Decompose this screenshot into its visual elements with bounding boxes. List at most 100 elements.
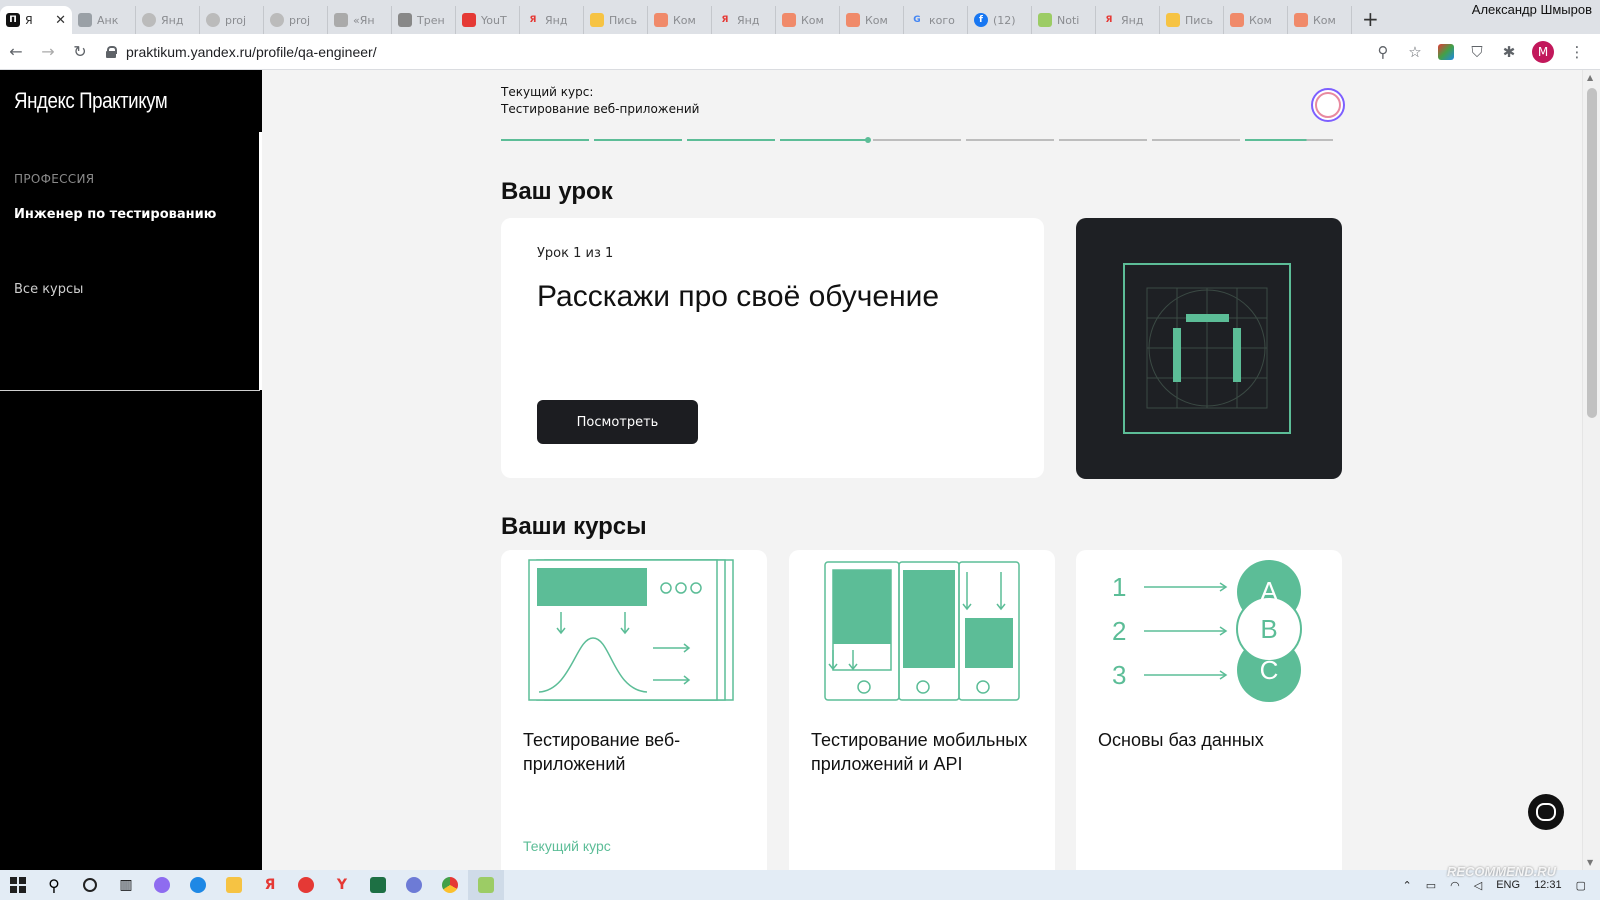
browser-tab[interactable]: Я Янд — [1096, 6, 1160, 34]
forward-arrow-icon[interactable]: → — [32, 42, 64, 61]
tab-label: «Ян — [353, 13, 375, 27]
yandex-app-icon[interactable]: Я — [252, 870, 288, 900]
progress-marker — [865, 137, 871, 143]
bookmark-star-icon[interactable]: ☆ — [1406, 43, 1424, 61]
lesson-card: Урок 1 из 1 Расскажи про своё обучение П… — [501, 218, 1044, 478]
browser-tab[interactable]: Я Янд — [712, 6, 776, 34]
tray-chevron-icon[interactable]: ⌃ — [1403, 879, 1412, 892]
extension-color-icon[interactable] — [1438, 43, 1454, 60]
url-text[interactable]: praktikum.yandex.ru/profile/qa-engineer/ — [126, 44, 377, 60]
scroll-down-arrow-icon[interactable]: ▼ — [1587, 858, 1593, 867]
support-chat-button[interactable] — [1528, 794, 1564, 830]
browser-tab[interactable]: Я Янд — [520, 6, 584, 34]
browser-tab[interactable]: Ком — [648, 6, 712, 34]
close-tab-icon[interactable]: ✕ — [55, 13, 66, 28]
wifi-icon[interactable]: ◠ — [1450, 879, 1460, 892]
menu-kebab-icon[interactable]: ⋮ — [1568, 43, 1586, 61]
slack-app-icon[interactable] — [468, 870, 504, 900]
tab-label: Ком — [865, 13, 888, 27]
yandex-browser-app-icon[interactable]: Y — [324, 870, 360, 900]
search-icon[interactable]: ⚲ — [36, 870, 72, 900]
browser-tab[interactable]: f (12) — [968, 6, 1032, 34]
clock[interactable]: 12:31 — [1534, 879, 1562, 891]
browser-tab[interactable]: «Ян — [328, 6, 392, 34]
edge-app-icon[interactable] — [180, 870, 216, 900]
alice-app-icon[interactable] — [144, 870, 180, 900]
browser-tab[interactable]: Пись — [584, 6, 648, 34]
zoom-icon[interactable]: ⚲ — [1374, 43, 1392, 61]
opera-app-icon[interactable] — [288, 870, 324, 900]
sidebar-item-profession[interactable]: Инженер по тестированию — [14, 207, 216, 222]
browser-tab-active[interactable]: П Я ✕ — [0, 6, 72, 34]
course-card-databases[interactable]: 1 2 3 A B C Основы баз данных — [1076, 550, 1342, 880]
browser-tab[interactable]: Анк — [72, 6, 136, 34]
course-card-web[interactable]: Тестирование веб-приложений Текущий курс — [501, 550, 767, 880]
scrollbar-thumb[interactable] — [1587, 88, 1597, 418]
browser-tab[interactable]: Ком — [1224, 6, 1288, 34]
explorer-app-icon[interactable] — [216, 870, 252, 900]
translate-favicon-icon — [334, 13, 348, 27]
tab-label: Пись — [609, 13, 637, 27]
browser-tab[interactable]: Noti — [1032, 6, 1096, 34]
comments-favicon-icon — [782, 13, 796, 27]
battery-icon[interactable]: ▭ — [1426, 879, 1436, 892]
web-testing-illustration-icon — [528, 559, 734, 701]
yandex-favicon-icon: Я — [1105, 15, 1113, 25]
browser-tab[interactable]: Gкого — [904, 6, 968, 34]
globe-favicon-icon — [142, 13, 156, 27]
sidebar-item-all-courses[interactable]: Все курсы — [14, 282, 83, 297]
current-course-label: Текущий курс: — [501, 85, 594, 99]
address-bar[interactable]: praktikum.yandex.ru/profile/qa-engineer/ — [96, 38, 1374, 66]
new-tab-button[interactable]: + — [1352, 7, 1389, 31]
browser-tab[interactable]: Пись — [1160, 6, 1224, 34]
course-card-mobile[interactable]: Тестирование мобильных приложений и API — [789, 550, 1055, 880]
chrome-app-icon[interactable] — [432, 870, 468, 900]
browser-tab[interactable]: Ком — [776, 6, 840, 34]
watermark: RECOMMEND.RU — [1446, 864, 1556, 879]
lesson-illustration — [1076, 218, 1342, 479]
mobile-testing-illustration-icon — [824, 561, 1020, 701]
progress-segment — [594, 139, 682, 141]
youtube-favicon-icon — [462, 13, 476, 27]
browser-tab[interactable]: Трен — [392, 6, 456, 34]
toolbar-actions: ⚲ ☆ ⛉ ✱ M ⋮ — [1374, 40, 1600, 63]
view-lesson-button[interactable]: Посмотреть — [537, 400, 698, 444]
browser-tab[interactable]: Ком — [840, 6, 904, 34]
profile-avatar[interactable]: M — [1532, 40, 1554, 63]
volume-icon[interactable]: ◁ — [1474, 879, 1482, 892]
cortana-icon[interactable] — [72, 870, 108, 900]
tab-label: Ком — [1249, 13, 1272, 27]
excel-app-icon[interactable] — [360, 870, 396, 900]
databases-illustration-icon: 1 2 3 A B C — [1112, 560, 1302, 702]
browser-tab[interactable]: Янд — [136, 6, 200, 34]
browser-tab[interactable]: Ком — [1288, 6, 1352, 34]
language-indicator[interactable]: ENG — [1496, 879, 1520, 891]
praktikum-logo[interactable]: Яндекс Практикум — [14, 88, 168, 114]
current-course-name[interactable]: Тестирование веб-приложений — [501, 101, 699, 118]
page-scrollbar[interactable]: ▲ ▼ — [1582, 70, 1600, 870]
browser-tab[interactable]: proj — [200, 6, 264, 34]
db-letter-a: A — [1260, 576, 1278, 606]
tab-label: Янд — [1121, 13, 1144, 27]
ublock-shield-icon[interactable]: ⛉ — [1468, 43, 1486, 61]
mail-favicon-icon — [590, 13, 604, 27]
scroll-up-arrow-icon[interactable]: ▲ — [1587, 73, 1593, 82]
current-course-header: Текущий курс: Тестирование веб-приложени… — [501, 84, 699, 118]
reload-icon[interactable]: ↻ — [64, 42, 96, 61]
task-view-icon[interactable]: ▥ — [108, 870, 144, 900]
tab-label: Янд — [737, 13, 760, 27]
back-arrow-icon[interactable]: ← — [0, 42, 32, 61]
user-avatar[interactable] — [1311, 88, 1345, 122]
praktikum-grid-logo-icon — [1123, 263, 1291, 434]
browser-tab[interactable]: YouT — [456, 6, 520, 34]
browser-tab[interactable]: proj — [264, 6, 328, 34]
extensions-puzzle-icon[interactable]: ✱ — [1500, 43, 1518, 61]
db-number-2: 2 — [1112, 616, 1126, 646]
slack-favicon-icon — [1038, 13, 1052, 27]
windows-start-icon[interactable] — [0, 870, 36, 900]
sidebar: Яндекс Практикум ПРОФЕССИЯ Инженер по те… — [0, 70, 262, 870]
globe-favicon-icon — [206, 13, 220, 27]
facebook-favicon-icon: f — [974, 13, 988, 27]
notifications-icon[interactable]: ▢ — [1576, 879, 1586, 892]
app-icon[interactable] — [396, 870, 432, 900]
